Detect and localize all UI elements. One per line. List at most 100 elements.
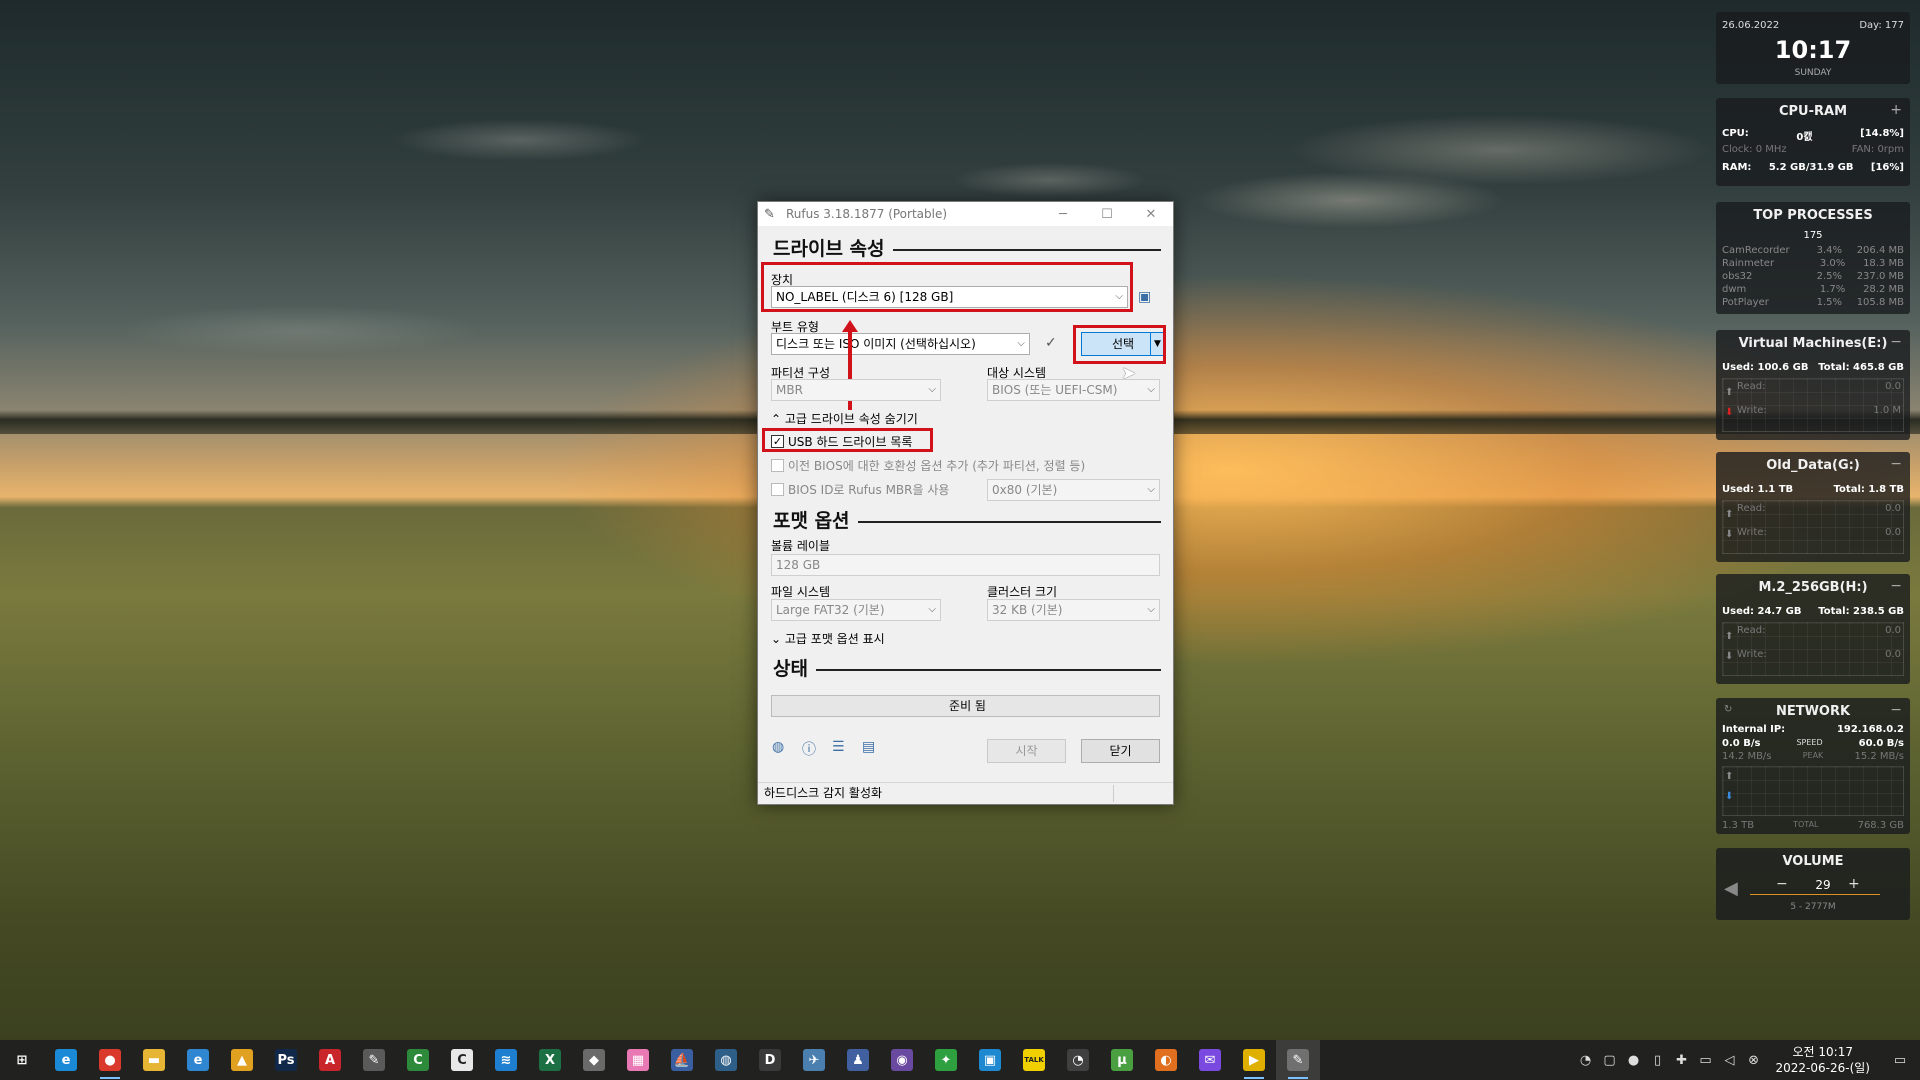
potplayer-icon: ▶ [1243,1049,1265,1071]
potplayer-taskbar-button[interactable]: ▶ [1232,1040,1276,1080]
title-bar[interactable]: ✎ Rufus 3.18.1877 (Portable) ─ ☐ ✕ [758,202,1173,226]
system-tray: ◔ ▢ ● ▯ ✚ ▭ ◁ ⊗ 오전 10:17 2022-06-26-(일) … [1574,1040,1920,1080]
close-button[interactable]: ✕ [1129,207,1173,222]
advanced-format-toggle-text: 고급 포맷 옵션 표시 [784,632,885,646]
refresh-icon[interactable]: ↻ [1724,704,1732,715]
volume-title: VOLUME [1782,854,1844,869]
minus-icon[interactable]: − [1890,578,1902,594]
save-icon[interactable]: ▣ [1138,289,1151,305]
write-value: 1.0 M [1873,405,1901,416]
minus-icon[interactable]: − [1890,702,1902,718]
minimize-button[interactable]: ─ [1041,207,1085,222]
messenger-taskbar-button[interactable]: ✉ [1188,1040,1232,1080]
process-cpu: 1.7% [1819,284,1846,295]
cpu-ram-gadget: CPU-RAM + CPU: 0캜 [14.8%] Clock: 0 MHz FAN:… [1716,98,1910,186]
cluster-select[interactable]: 32 KB (기본) ⌵ [987,599,1160,621]
utorrent-taskbar-button[interactable]: μ [1100,1040,1144,1080]
app-frame-taskbar-button[interactable]: ▣ [968,1040,1012,1080]
start-taskbar-button[interactable]: ⊞ [0,1040,44,1080]
volume-down-button[interactable]: − [1776,876,1788,892]
globe-taskbar-button[interactable]: ◍ [704,1040,748,1080]
droplet-tray-icon[interactable]: ● [1622,1053,1646,1068]
acrobat-taskbar-button[interactable]: A [308,1040,352,1080]
rufus-window[interactable]: ✎ Rufus 3.18.1877 (Portable) ─ ☐ ✕ 드라이브 … [757,201,1174,805]
write-value: 0.0 [1885,527,1901,538]
ime-tray-icon[interactable]: ⊗ [1742,1053,1766,1068]
read-value: 0.0 [1885,625,1901,636]
flag-tray-icon[interactable]: ✚ [1670,1053,1694,1068]
close-dialog-button[interactable]: 닫기 [1081,739,1160,763]
minus-icon[interactable]: − [1890,456,1902,472]
app-blue-taskbar-button[interactable]: ≋ [484,1040,528,1080]
app-tool-taskbar-button[interactable]: ✎ [352,1040,396,1080]
usb-tray-icon[interactable]: ▯ [1646,1053,1670,1068]
chevron-down-icon: ⌄ [771,632,782,646]
app-gauge-icon: ◔ [1067,1049,1089,1071]
kakaotalk-taskbar-button[interactable]: TALK [1012,1040,1056,1080]
tablet-tray-icon[interactable]: ▢ [1598,1053,1622,1068]
excel-taskbar-button[interactable]: X [528,1040,572,1080]
volume-up-button[interactable]: + [1848,876,1860,892]
log-table-icon[interactable]: ▤ [862,739,875,755]
minus-icon[interactable]: − [1890,334,1902,350]
app-green-taskbar-button[interactable]: ✦ [924,1040,968,1080]
info-icon[interactable]: ⓘ [802,739,816,759]
plus-icon[interactable]: + [1890,102,1902,118]
app-fish-taskbar-button[interactable]: ✈ [792,1040,836,1080]
advanced-drive-toggle[interactable]: ⌃ 고급 드라이브 속성 숨기기 [771,410,918,427]
chevron-down-icon: ⌵ [1147,384,1155,395]
app-diamond-taskbar-button[interactable]: ◆ [572,1040,616,1080]
target-select[interactable]: BIOS (또는 UEFI-CSM) ⌵ [987,379,1160,401]
gauge-tray-icon[interactable]: ◔ [1574,1053,1598,1068]
app-user-taskbar-button[interactable]: ♟ [836,1040,880,1080]
volume-label-input[interactable]: 128 GB [771,554,1160,576]
notification-icon[interactable]: ▭ [1880,1053,1920,1068]
app-doc-taskbar-button[interactable]: ◐ [1144,1040,1188,1080]
network-graph: ⬆ ⬇ [1722,766,1904,816]
photoshop-taskbar-button[interactable]: Ps [264,1040,308,1080]
speaker-icon[interactable]: ◀ [1724,878,1738,899]
drive-graph: Read: 0.0 Write: 0.0 ⬆ ⬇ [1722,622,1904,676]
app-circle-taskbar-button[interactable]: ◉ [880,1040,924,1080]
drive-graph: Read: 0.0 Write: 0.0 ⬆ ⬇ [1722,500,1904,554]
file-explorer-taskbar-button[interactable]: ▬ [132,1040,176,1080]
write-label: Write: [1737,649,1767,660]
boot-type-select[interactable]: 디스크 또는 ISO 이미지 (선택하십시오) ⌵ [771,333,1030,355]
settings-sliders-icon[interactable]: ☰ [832,739,845,755]
app-pink-taskbar-button[interactable]: ▦ [616,1040,660,1080]
app-d-taskbar-button[interactable]: D [748,1040,792,1080]
legacy-bios-label: 이전 BIOS에 대한 호환성 옵션 추가 (추가 파티션, 정렬 등) [788,459,1086,473]
app-triangle-taskbar-button[interactable]: ▲ [220,1040,264,1080]
app-gauge-taskbar-button[interactable]: ◔ [1056,1040,1100,1080]
app-diamond-icon: ◆ [583,1049,605,1071]
chevron-down-icon: ⌵ [1147,484,1155,495]
network-tray-icon[interactable]: ▭ [1694,1053,1718,1068]
check-circle-icon[interactable]: ✓ [1045,335,1057,351]
legacy-bios-checkbox[interactable]: 이전 BIOS에 대한 호환성 옵션 추가 (추가 파티션, 정렬 등) [771,457,1085,474]
volume-slider[interactable] [1750,894,1880,895]
taskbar-clock[interactable]: 오전 10:17 2022-06-26-(일) [1766,1044,1880,1076]
start-button[interactable]: 시작 [987,739,1066,763]
maximize-button[interactable]: ☐ [1085,207,1129,222]
device-highlight [761,262,1133,312]
format-options-heading-text: 포맷 옵션 [773,510,850,532]
taskbar: ⊞ e ● ▬ e ▲ Ps A ✎ C C ≋ X ◆ ▦ ⛵ ◍ D ✈ ♟ ◉ ✦ ▣ TALK ◔ μ ◐ ✉ ▶ ✎ ◔ ▢ ●… [0,1040,1920,1080]
camtasia-taskbar-button[interactable]: C [396,1040,440,1080]
partition-select[interactable]: MBR ⌵ [771,379,941,401]
app-c-taskbar-button[interactable]: C [440,1040,484,1080]
volume-tray-icon[interactable]: ◁ [1718,1053,1742,1068]
clock-date: 26.06.2022 [1722,20,1780,31]
rufus-taskbar-button[interactable]: ✎ [1276,1040,1320,1080]
bios-id-select[interactable]: 0x80 (기본) ⌵ [987,479,1160,501]
globe-language-icon[interactable]: ◍ [772,739,784,755]
drive-graph: Read: 0.0 Write: 1.0 M ⬆ ⬇ [1722,378,1904,432]
app-ship-taskbar-button[interactable]: ⛵ [660,1040,704,1080]
rufus-mbr-checkbox[interactable]: BIOS ID로 Rufus MBR을 사용 [771,481,949,498]
filesystem-select[interactable]: Large FAT32 (기본) ⌵ [771,599,941,621]
ie-taskbar-button[interactable]: e [176,1040,220,1080]
volume-sub: 5 - 2777M [1790,902,1836,912]
advanced-format-toggle[interactable]: ⌄ 고급 포맷 옵션 표시 [771,630,885,647]
process-mem: 28.2 MB [1863,284,1904,295]
edge-taskbar-button[interactable]: e [44,1040,88,1080]
chrome-taskbar-button[interactable]: ● [88,1040,132,1080]
